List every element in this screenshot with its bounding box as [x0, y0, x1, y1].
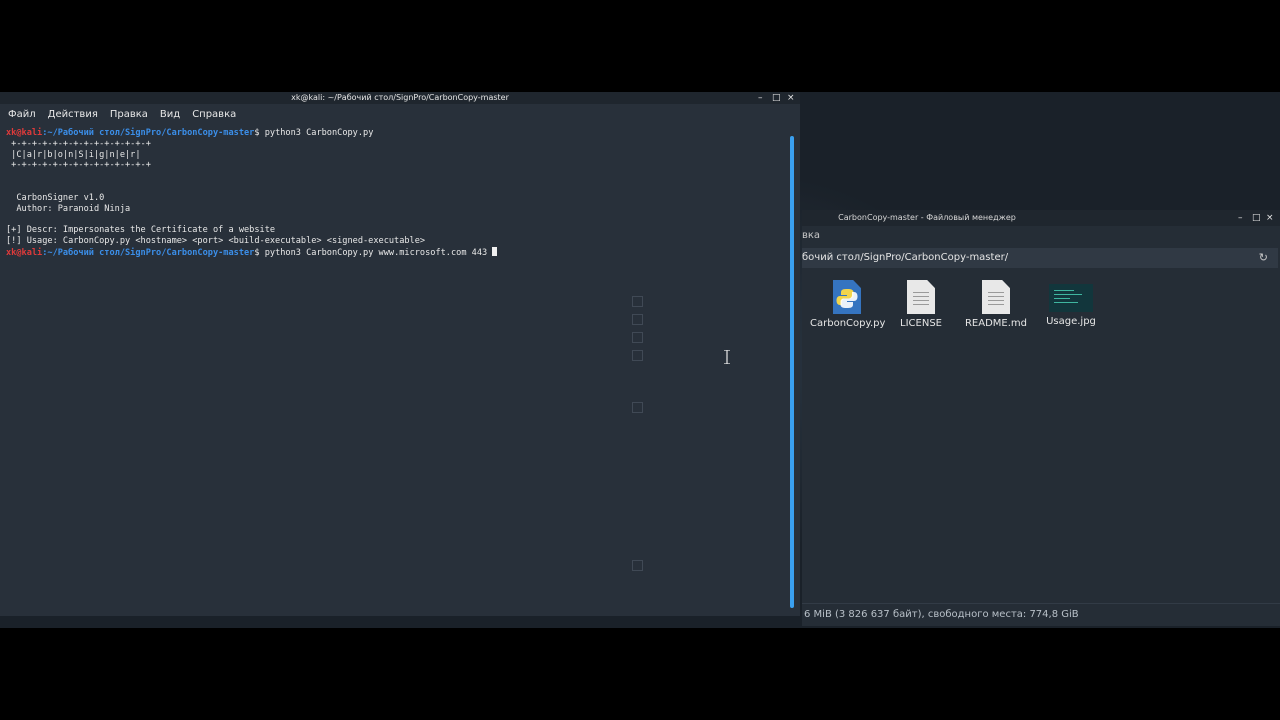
- command-text: python3 CarbonCopy.py: [259, 128, 374, 138]
- menu-file[interactable]: Файл: [8, 109, 36, 120]
- file-manager-titlebar[interactable]: CarbonCopy-master - Файловый менеджер – …: [802, 210, 1280, 226]
- menu-view[interactable]: Вид: [160, 109, 180, 120]
- file-item[interactable]: Usage.jpg: [1034, 280, 1108, 327]
- maximize-icon[interactable]: □: [1252, 212, 1261, 224]
- menu-edit[interactable]: Правка: [110, 109, 148, 120]
- text-file-icon: [907, 280, 935, 314]
- file-name: LICENSE: [900, 318, 942, 329]
- prompt-user: xk@kali: [6, 128, 43, 138]
- banner-line: +-+-+-+-+-+-+-+-+-+-+-+-+-+: [6, 138, 151, 149]
- prompt-line: xk@kali:~/Рабочий стол/SignPro/CarbonCop…: [6, 128, 786, 139]
- text-file-icon: [982, 280, 1010, 314]
- terminal-output[interactable]: xk@kali:~/Рабочий стол/SignPro/CarbonCop…: [6, 128, 786, 616]
- mouse-ibeam-icon: [724, 350, 730, 364]
- terminal-scrollbar[interactable]: [790, 136, 794, 608]
- banner-line: +-+-+-+-+-+-+-+-+-+-+-+-+-+: [6, 160, 151, 171]
- prompt-path: :~/Рабочий стол/SignPro/CarbonCopy-maste…: [42, 247, 255, 258]
- prompt-path: :~/Рабочий стол/SignPro/CarbonCopy-maste…: [42, 128, 255, 138]
- version-line: CarbonSigner v1.0: [6, 192, 105, 203]
- image-file-icon: [1049, 284, 1093, 312]
- usage-line: [!] Usage: CarbonCopy.py <hostname> <por…: [6, 235, 426, 246]
- file-item[interactable]: CarbonCopy.py: [810, 280, 886, 329]
- command-text: python3 CarbonCopy.py www.microsoft.com …: [259, 247, 493, 258]
- menu-fragment[interactable]: вка: [802, 230, 820, 241]
- terminal-window[interactable]: xk@kali: ~/Рабочий стол/SignPro/CarbonCo…: [0, 92, 800, 616]
- text-cursor: [492, 246, 498, 256]
- terminal-menubar: Файл Действия Правка Вид Справка: [0, 104, 800, 124]
- status-bar: 6 MiB (3 826 637 байт), свободного места…: [802, 603, 1280, 626]
- prompt-line: xk@kali:~/Рабочий стол/SignPro/CarbonCop…: [6, 246, 786, 258]
- file-name: README.md: [964, 318, 1028, 329]
- prompt-user: xk@kali: [6, 247, 43, 258]
- python-file-icon: [833, 280, 861, 314]
- location-bar[interactable]: бочий стол/SignPro/CarbonCopy-master/ ↻: [802, 248, 1278, 268]
- status-text: 6 MiB (3 826 637 байт), свободного места…: [804, 609, 1079, 620]
- location-path[interactable]: бочий стол/SignPro/CarbonCopy-master/: [802, 248, 1278, 268]
- close-icon[interactable]: ×: [1266, 212, 1274, 224]
- file-item[interactable]: README.md: [959, 280, 1033, 329]
- file-manager-title: CarbonCopy-master - Файловый менеджер: [838, 213, 1016, 222]
- close-icon[interactable]: ×: [787, 92, 795, 104]
- minimize-icon[interactable]: –: [758, 92, 763, 104]
- descr-line: [+] Descr: Impersonates the Certificate …: [6, 225, 276, 236]
- menu-actions[interactable]: Действия: [48, 109, 98, 120]
- file-manager-window[interactable]: CarbonCopy-master - Файловый менеджер – …: [802, 210, 1280, 626]
- author-line: Author: Paranoid Ninja: [6, 203, 131, 214]
- file-name: Usage.jpg: [1046, 316, 1096, 327]
- file-grid[interactable]: CarbonCopy.py LICENSE README.md Usage.jp…: [802, 268, 1280, 604]
- file-item[interactable]: LICENSE: [884, 280, 958, 329]
- banner-line: |C|a|r|b|o|n|S|i|g|n|e|r|: [6, 149, 141, 160]
- terminal-titlebar[interactable]: xk@kali: ~/Рабочий стол/SignPro/CarbonCo…: [0, 92, 800, 104]
- minimize-icon[interactable]: –: [1238, 212, 1243, 224]
- reload-icon[interactable]: ↻: [1259, 248, 1268, 268]
- menu-help[interactable]: Справка: [192, 109, 236, 120]
- terminal-title: xk@kali: ~/Рабочий стол/SignPro/CarbonCo…: [291, 93, 509, 102]
- maximize-icon[interactable]: □: [772, 92, 781, 104]
- file-name: CarbonCopy.py: [810, 318, 886, 329]
